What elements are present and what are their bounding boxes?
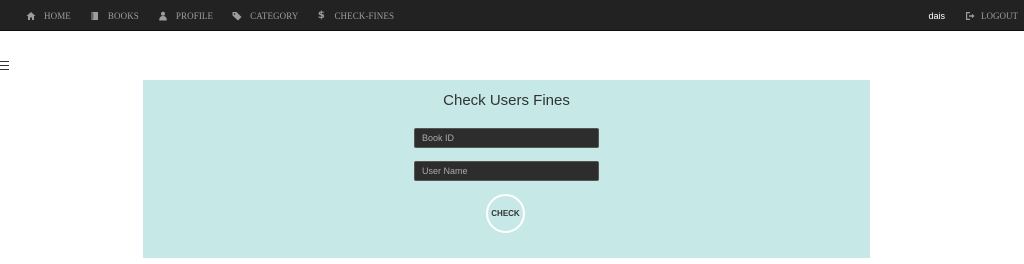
current-user-name: dais <box>928 10 945 21</box>
user-icon <box>158 11 168 21</box>
nav-check-fines-label: CHECK-FINES <box>334 10 395 21</box>
nav-category-link[interactable]: CATEGORY <box>232 11 298 21</box>
hamburger-line <box>0 61 9 62</box>
hamburger-line <box>0 65 9 66</box>
logout-link[interactable]: LOGOUT <box>965 11 1018 21</box>
home-icon <box>26 11 36 21</box>
nav-menu: HOME BOOKS PROFILE CATEGORY $ CHECK-FINE… <box>26 0 413 31</box>
tag-icon <box>232 11 242 21</box>
nav-profile-label: PROFILE <box>175 10 214 21</box>
nav-books-label: BOOKS <box>107 10 139 21</box>
hamburger-menu-icon[interactable] <box>0 60 10 70</box>
dollar-icon: $ <box>317 10 325 21</box>
logout-label: LOGOUT <box>981 10 1018 21</box>
nav-category-label: CATEGORY <box>250 10 299 21</box>
logout-icon <box>965 11 975 21</box>
user-name-input[interactable] <box>414 161 599 181</box>
nav-home-link[interactable]: HOME <box>26 11 71 21</box>
nav-profile-link[interactable]: PROFILE <box>158 11 213 21</box>
book-icon <box>90 11 100 21</box>
nav-check-fines-link[interactable]: $ CHECK-FINES <box>317 10 395 21</box>
nav-home-label: HOME <box>44 10 71 21</box>
nav-books-link[interactable]: BOOKS <box>90 11 139 21</box>
top-navbar: HOME BOOKS PROFILE CATEGORY $ CHECK-FINE… <box>0 0 1024 31</box>
book-id-input[interactable] <box>414 128 599 148</box>
check-fines-panel: Check Users Fines CHECK <box>143 80 870 258</box>
nav-user-area: dais LOGOUT <box>928 0 1018 31</box>
check-button[interactable]: CHECK <box>486 194 525 233</box>
hamburger-line <box>0 69 9 70</box>
page-title: Check Users Fines <box>443 92 570 109</box>
